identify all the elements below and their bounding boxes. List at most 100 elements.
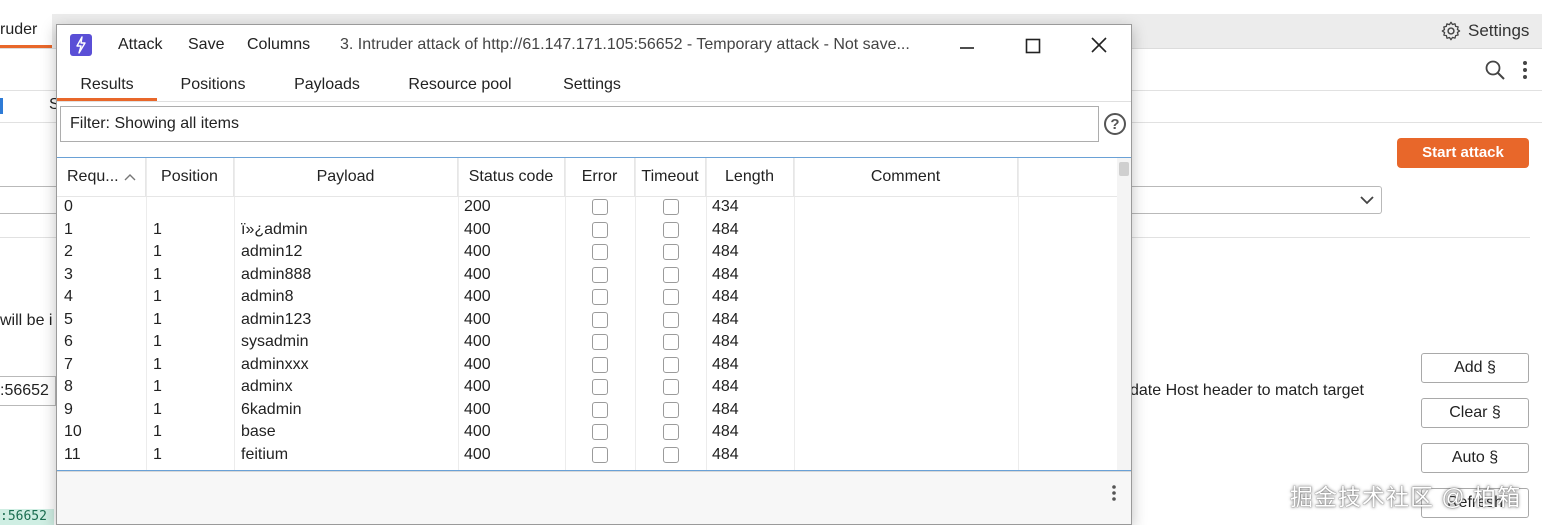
timeout-checkbox <box>663 266 679 283</box>
cell-status-code: 400 <box>464 310 491 328</box>
table-row[interactable]: 9 1 6kadmin 400 484 <box>57 399 1117 422</box>
cell-status-code: 400 <box>464 445 491 463</box>
cell-request: 3 <box>64 265 73 283</box>
error-checkbox <box>592 401 608 418</box>
menu-attack[interactable]: Attack <box>118 36 162 54</box>
help-icon[interactable]: ? <box>1104 113 1126 135</box>
cell-status-code: 400 <box>464 400 491 418</box>
request-response-pane <box>57 471 1131 524</box>
column-header-length[interactable]: Length <box>706 158 794 196</box>
column-header-timeout[interactable]: Timeout <box>635 158 706 196</box>
timeout-checkbox <box>663 356 679 373</box>
table-row[interactable]: 10 1 base 400 484 <box>57 421 1117 444</box>
column-header-request[interactable]: Requ... <box>57 158 146 196</box>
close-icon[interactable] <box>1083 31 1115 61</box>
settings-button[interactable]: Settings <box>1440 18 1529 44</box>
timeout-checkbox <box>663 311 679 328</box>
error-checkbox <box>592 311 608 328</box>
cell-position: 1 <box>153 400 162 418</box>
cell-status-code: 400 <box>464 333 491 350</box>
clear-payload-marker-button[interactable]: Clear § <box>1421 398 1529 428</box>
error-checkbox <box>592 289 608 305</box>
more-options-icon[interactable] <box>1520 60 1530 80</box>
auto-payload-marker-button[interactable]: Auto § <box>1421 443 1529 473</box>
timeout-checkbox <box>663 244 679 260</box>
menu-columns[interactable]: Columns <box>247 36 310 54</box>
table-header: Requ... Position Payload Status code Err… <box>57 158 1117 197</box>
cell-request: 4 <box>64 288 73 305</box>
add-payload-marker-button[interactable]: Add § <box>1421 353 1529 383</box>
table-row[interactable]: 0 200 434 <box>57 196 1117 219</box>
search-icon[interactable] <box>1484 59 1506 81</box>
scrollbar-thumb[interactable] <box>1119 162 1129 176</box>
table-row[interactable]: 11 1 feitium 400 484 <box>57 444 1117 467</box>
column-header-error[interactable]: Error <box>565 158 635 196</box>
column-header-label: Requ... <box>67 168 119 185</box>
cell-payload: sysadmin <box>241 333 309 350</box>
description-fragment: will be i <box>0 312 53 329</box>
cell-status-code: 400 <box>464 355 491 373</box>
error-checkbox <box>592 379 608 395</box>
cell-payload: admin123 <box>241 310 312 328</box>
host-field[interactable]: :56652 <box>0 376 56 406</box>
error-checkbox <box>592 221 608 238</box>
filter-bar[interactable]: Filter: Showing all items <box>60 106 1099 142</box>
cell-length: 484 <box>712 445 739 463</box>
cell-length: 484 <box>712 423 739 440</box>
tab-results[interactable]: Results <box>57 67 157 101</box>
sub-tab-indicator <box>0 98 3 114</box>
maximize-icon[interactable] <box>1017 31 1049 61</box>
table-scrollbar[interactable] <box>1117 158 1131 470</box>
title-bar: Attack Save Columns 3. Intruder attack o… <box>57 25 1131 67</box>
error-checkbox <box>592 446 608 463</box>
pane-options-icon[interactable] <box>1111 484 1117 502</box>
timeout-checkbox <box>663 424 679 440</box>
cell-payload: adminx <box>241 378 293 395</box>
cell-position: 1 <box>153 288 162 305</box>
sort-ascending-icon <box>124 174 136 181</box>
table-row[interactable]: 7 1 adminxxx 400 484 <box>57 354 1117 377</box>
table-row[interactable]: 3 1 admin888 400 484 <box>57 264 1117 287</box>
tab-positions[interactable]: Positions <box>169 67 257 101</box>
tab-settings[interactable]: Settings <box>554 67 630 101</box>
cell-request: 2 <box>64 243 73 260</box>
cell-payload: 6kadmin <box>241 400 302 418</box>
top-strip <box>0 0 1542 14</box>
table-row[interactable]: 4 1 admin8 400 484 <box>57 286 1117 309</box>
column-header-status-code[interactable]: Status code <box>458 158 565 196</box>
cell-status-code: 400 <box>464 288 491 305</box>
error-checkbox <box>592 199 608 215</box>
table-row[interactable]: 2 1 admin12 400 484 <box>57 241 1117 264</box>
error-checkbox <box>592 334 608 350</box>
column-header-payload[interactable]: Payload <box>234 158 458 196</box>
minimize-icon[interactable] <box>951 31 983 61</box>
cell-length: 484 <box>712 355 739 373</box>
timeout-checkbox <box>663 446 679 463</box>
cell-length: 484 <box>712 288 739 305</box>
table-row[interactable]: 6 1 sysadmin 400 484 <box>57 331 1117 354</box>
timeout-checkbox <box>663 379 679 395</box>
column-header-comment[interactable]: Comment <box>794 158 1018 196</box>
cell-payload: adminxxx <box>241 355 309 373</box>
cell-request: 1 <box>64 220 73 238</box>
gear-icon <box>1441 21 1461 41</box>
cell-position: 1 <box>153 243 162 260</box>
tab-payloads[interactable]: Payloads <box>285 67 369 101</box>
tab-resource-pool[interactable]: Resource pool <box>400 67 520 101</box>
error-checkbox <box>592 356 608 373</box>
menu-save[interactable]: Save <box>188 36 224 54</box>
start-attack-button[interactable]: Start attack <box>1397 138 1529 168</box>
cell-status-code: 400 <box>464 243 491 260</box>
table-row[interactable]: 8 1 adminx 400 484 <box>57 376 1117 399</box>
cell-status-code: 200 <box>464 198 491 215</box>
cell-position: 1 <box>153 333 162 350</box>
cell-length: 484 <box>712 333 739 350</box>
payload-highlight: :56652 <box>0 509 54 525</box>
table-row[interactable]: 1 1 ï»¿admin 400 484 <box>57 219 1117 242</box>
cell-length: 484 <box>712 220 739 238</box>
column-header-position[interactable]: Position <box>146 158 234 196</box>
timeout-checkbox <box>663 221 679 238</box>
timeout-checkbox <box>663 289 679 305</box>
table-row[interactable]: 5 1 admin123 400 484 <box>57 309 1117 332</box>
tab-intruder[interactable]: ruder <box>0 14 52 48</box>
